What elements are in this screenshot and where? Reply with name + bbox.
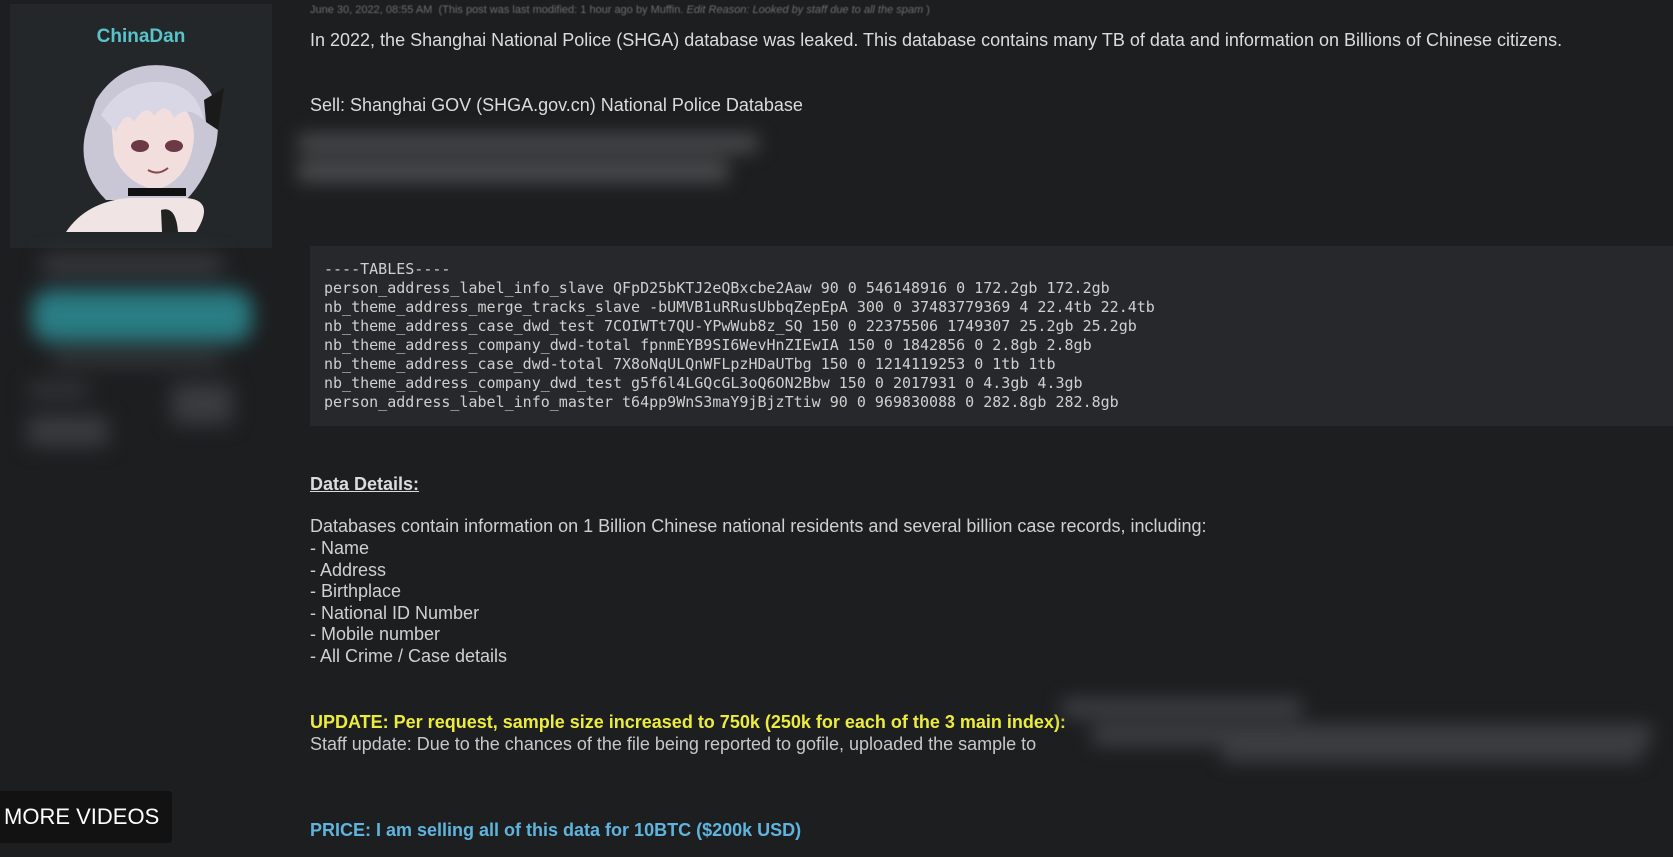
list-item: - All Crime / Case details — [310, 645, 508, 666]
post-meta-close: ) — [926, 4, 930, 16]
sell-line: Sell: Shanghai GOV (SHGA.gov.cn) Nationa… — [310, 95, 803, 115]
data-details-list: - Name - Address - Birthplace - National… — [310, 538, 507, 668]
post-modified-note: (This post was last modified: 1 hour ago… — [438, 4, 684, 16]
post-meta: June 30, 2022, 08:55 AM (This post was l… — [310, 4, 930, 16]
more-videos-button[interactable]: MORE VIDEOS — [0, 791, 172, 843]
author-profile-card: ChinaDan — [10, 4, 272, 248]
list-item: - Address — [310, 559, 387, 580]
table-entry: person_address_label_info_master t64pp9W… — [324, 393, 1119, 411]
post-edit-reason: Edit Reason: Looked by staff due to all … — [686, 4, 924, 16]
list-item: - Birthplace — [310, 581, 402, 602]
staff-update: Staff update: Due to the chances of the … — [310, 734, 1037, 754]
table-entry: person_address_label_info_slave QFpD25bK… — [324, 279, 1110, 297]
table-entry: nb_theme_address_case_dwd-total 7X8oNqUL… — [324, 355, 1056, 373]
blurred-content — [298, 128, 778, 188]
author-avatar[interactable] — [66, 60, 236, 232]
table-entry: nb_theme_address_case_dwd_test 7COIWTt7Q… — [324, 317, 1137, 335]
table-entry: nb_theme_address_merge_tracks_slave -bUM… — [324, 298, 1155, 316]
post-intro: In 2022, the Shanghai National Police (S… — [310, 30, 1563, 50]
post-date[interactable]: June 30, 2022, 08:55 AM — [310, 4, 432, 16]
tables-header: ----TABLES---- — [324, 260, 451, 278]
table-entry: nb_theme_address_company_dwd-total fpnmE… — [324, 336, 1092, 354]
price-line: PRICE: I am selling all of this data for… — [310, 820, 802, 840]
author-username[interactable]: ChinaDan — [10, 26, 272, 48]
forum-post-page: ChinaDan June 30, 2022, 08:55 AM (This p… — [0, 0, 1673, 857]
list-item: - Mobile number — [310, 624, 441, 645]
list-item: - Name — [310, 538, 370, 558]
blurred-links — [1062, 694, 1662, 768]
blurred-profile-details — [22, 256, 270, 476]
tables-code-text: ----TABLES---- person_address_label_info… — [324, 260, 1155, 412]
update-notice: UPDATE: Per request, sample size increas… — [310, 712, 1066, 732]
post-body: June 30, 2022, 08:55 AM (This post was l… — [298, 0, 1673, 857]
tables-code-block: ----TABLES---- person_address_label_info… — [310, 246, 1673, 426]
data-details-intro: Databases contain information on 1 Billi… — [310, 516, 1207, 536]
table-entry: nb_theme_address_company_dwd_test g5f6l4… — [324, 374, 1083, 392]
list-item: - National ID Number — [310, 602, 480, 623]
data-details-heading: Data Details: — [310, 474, 420, 494]
